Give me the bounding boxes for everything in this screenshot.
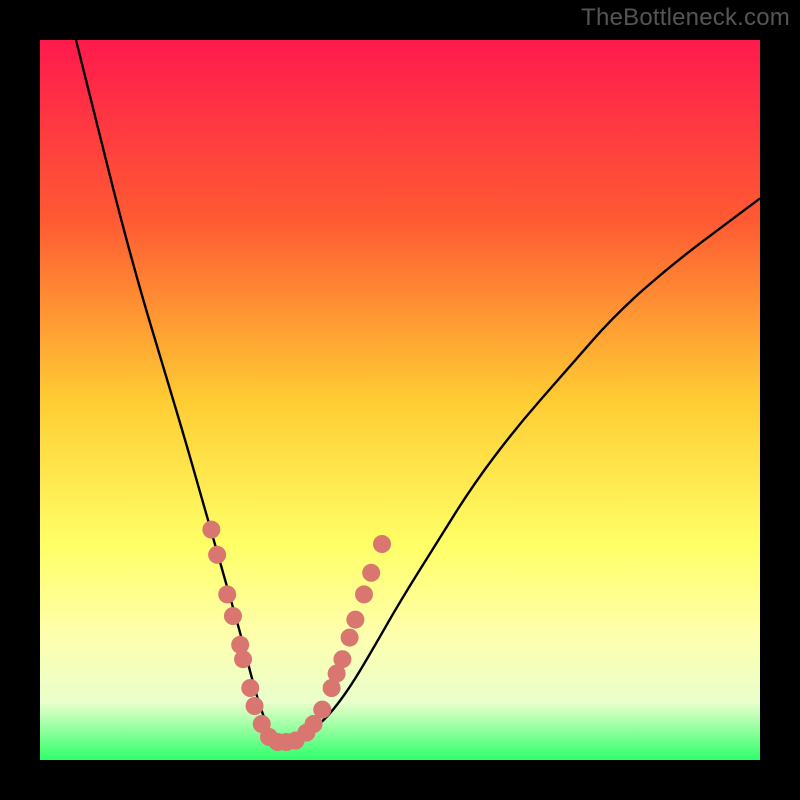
chart-svg	[40, 40, 760, 760]
marker-point	[208, 546, 226, 564]
marker-point	[218, 585, 236, 603]
gradient-background	[40, 40, 760, 760]
chart-frame: TheBottleneck.com	[0, 0, 800, 800]
marker-point	[362, 564, 380, 582]
marker-point	[373, 535, 391, 553]
marker-point	[224, 607, 242, 625]
marker-point	[202, 521, 220, 539]
marker-point	[234, 650, 252, 668]
marker-point	[346, 611, 364, 629]
marker-point	[355, 585, 373, 603]
marker-point	[313, 701, 331, 719]
marker-point	[241, 679, 259, 697]
marker-point	[341, 629, 359, 647]
plot-area	[40, 40, 760, 760]
watermark-text: TheBottleneck.com	[581, 4, 790, 32]
marker-point	[246, 697, 264, 715]
marker-point	[333, 650, 351, 668]
